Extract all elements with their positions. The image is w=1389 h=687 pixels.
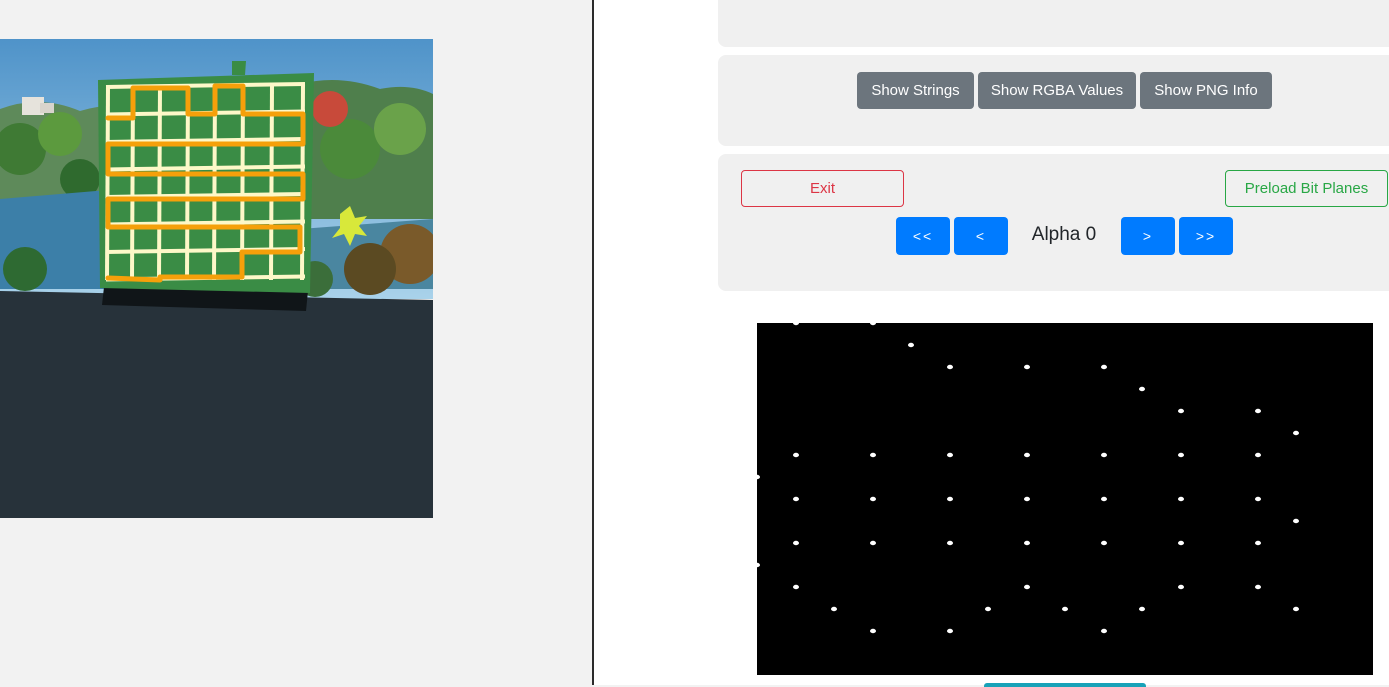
game-screenshot	[0, 39, 433, 518]
bit-plane-image	[757, 323, 1373, 675]
teal-button[interactable]	[984, 683, 1146, 687]
previous-plane-button[interactable]: <	[954, 217, 1008, 255]
image-viewer-pane	[0, 0, 592, 685]
tree	[3, 247, 47, 291]
show-png-info-button[interactable]: Show PNG Info	[1140, 72, 1272, 109]
current-plane-label: Alpha 0	[1031, 224, 1097, 245]
next-plane-button[interactable]: >	[1121, 217, 1175, 255]
last-plane-button[interactable]: >>	[1179, 217, 1233, 255]
exit-button[interactable]: Exit	[741, 170, 904, 207]
tree	[38, 112, 82, 156]
ruins	[40, 103, 54, 113]
bit-plane-tool-pane: Show Strings Show RGBA Values Show PNG I…	[594, 0, 1389, 687]
red-tree	[312, 91, 348, 127]
top-button-card	[718, 0, 1389, 47]
ground	[0, 291, 433, 518]
tree	[374, 103, 426, 155]
show-strings-button[interactable]: Show Strings	[857, 72, 974, 109]
autumn-tree	[344, 243, 396, 295]
preload-bit-planes-button[interactable]: Preload Bit Planes	[1225, 170, 1388, 207]
show-rgba-values-button[interactable]: Show RGBA Values	[978, 72, 1136, 109]
first-plane-button[interactable]: <<	[896, 217, 950, 255]
tree	[320, 119, 380, 179]
